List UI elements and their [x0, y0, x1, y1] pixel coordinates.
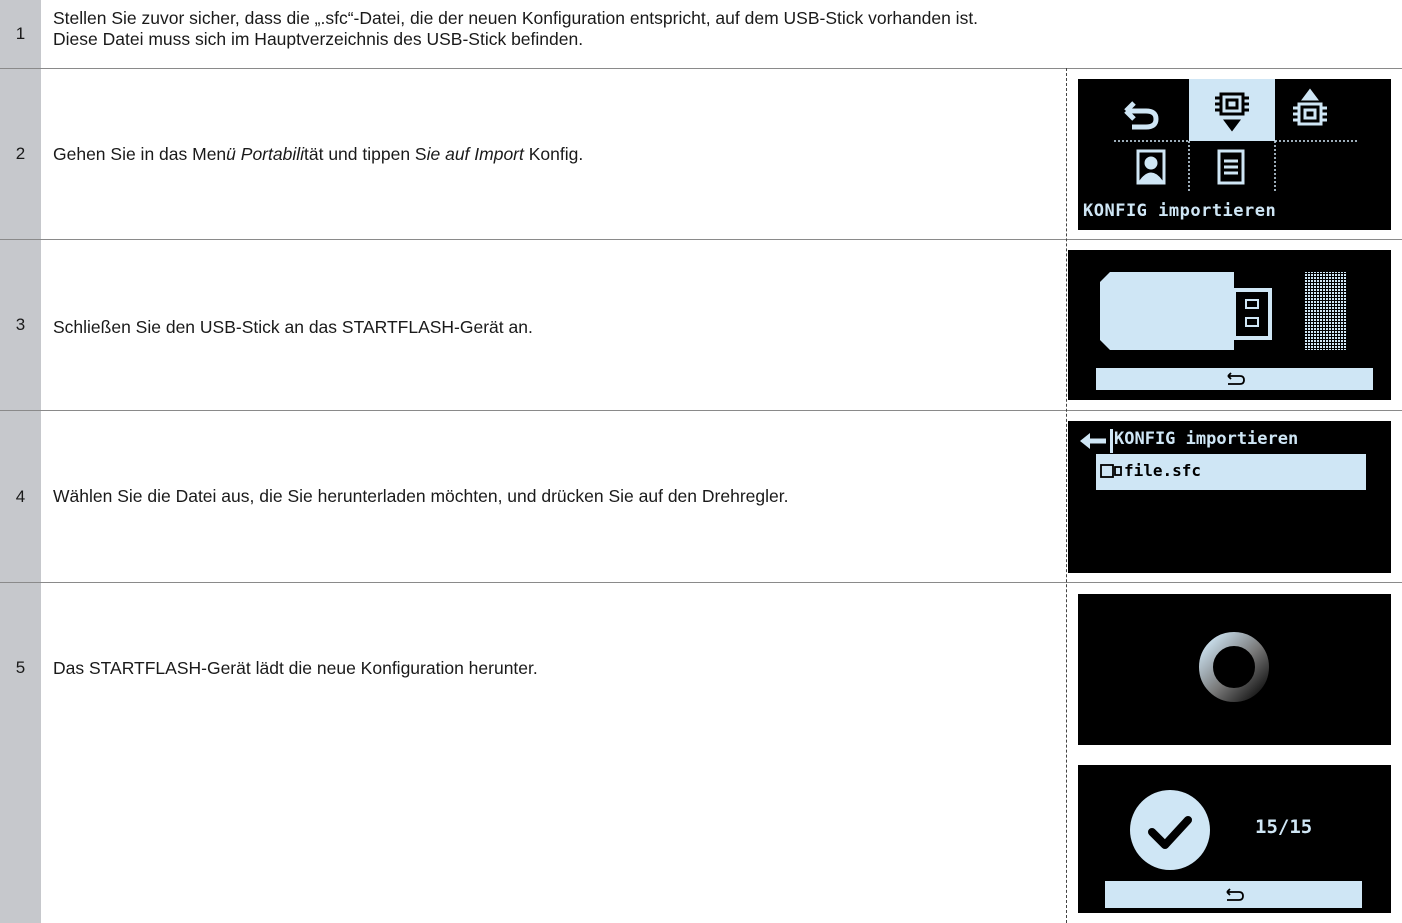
step-number: 4: [0, 411, 41, 582]
back-icon: [1227, 372, 1245, 385]
back-icon: [1124, 101, 1159, 130]
back-button-bar[interactable]: [1096, 368, 1373, 390]
usb-screen: [1068, 250, 1391, 400]
loading-screen: [1078, 594, 1391, 745]
file-icon: [1100, 464, 1122, 478]
file-item-selected[interactable]: file.sfc: [1096, 454, 1366, 490]
step-text: Schließen Sie den USB-Stick an das START…: [53, 317, 533, 337]
file-list-screen: KONFIG importieren file.sfc: [1068, 421, 1391, 573]
step-row-1: 1 Stellen Sie zuvor sicher, dass die „.s…: [0, 0, 1402, 68]
selected-tile: [1189, 79, 1275, 141]
progress-count: 15/15: [1255, 816, 1313, 838]
menu-screen: KONFIG importieren: [1078, 79, 1391, 230]
step-text-line: Stellen Sie zuvor sicher, dass die „.sfc…: [53, 8, 979, 28]
step-text: Das STARTFLASH-Gerät lädt die neue Konfi…: [53, 658, 538, 678]
menu-label: KONFIG importieren: [1083, 201, 1277, 221]
step-number: 1: [0, 0, 41, 68]
back-arrow-icon: [1080, 429, 1113, 453]
back-button-bar[interactable]: [1105, 881, 1362, 908]
loading-spinner-icon: [1199, 632, 1269, 702]
file-name: file.sfc: [1124, 461, 1202, 480]
list-title: KONFIG importieren: [1114, 429, 1299, 449]
user-icon: [1136, 149, 1166, 185]
step-text-line: Diese Datei muss sich im Hauptverzeichni…: [53, 29, 584, 49]
usb-stick-icon: [1100, 272, 1234, 350]
check-icon: [1130, 790, 1210, 870]
document-icon: [1217, 149, 1245, 185]
step-number: 2: [0, 69, 41, 239]
step-text: Stellen Sie zuvor sicher, dass die „.sfc…: [53, 8, 978, 50]
step-text: Gehen Sie in das Menü Portabilität und t…: [53, 144, 584, 164]
usb-port-icon: [1304, 272, 1346, 350]
back-icon: [1226, 888, 1244, 901]
chip-export-icon: [1293, 88, 1327, 126]
done-screen: 15/15: [1078, 765, 1391, 913]
step-text: Wählen Sie die Datei aus, die Sie herunt…: [53, 486, 789, 506]
column-separator: [1066, 68, 1067, 923]
step-number: 3: [0, 240, 41, 410]
step-number: 5: [0, 583, 41, 923]
